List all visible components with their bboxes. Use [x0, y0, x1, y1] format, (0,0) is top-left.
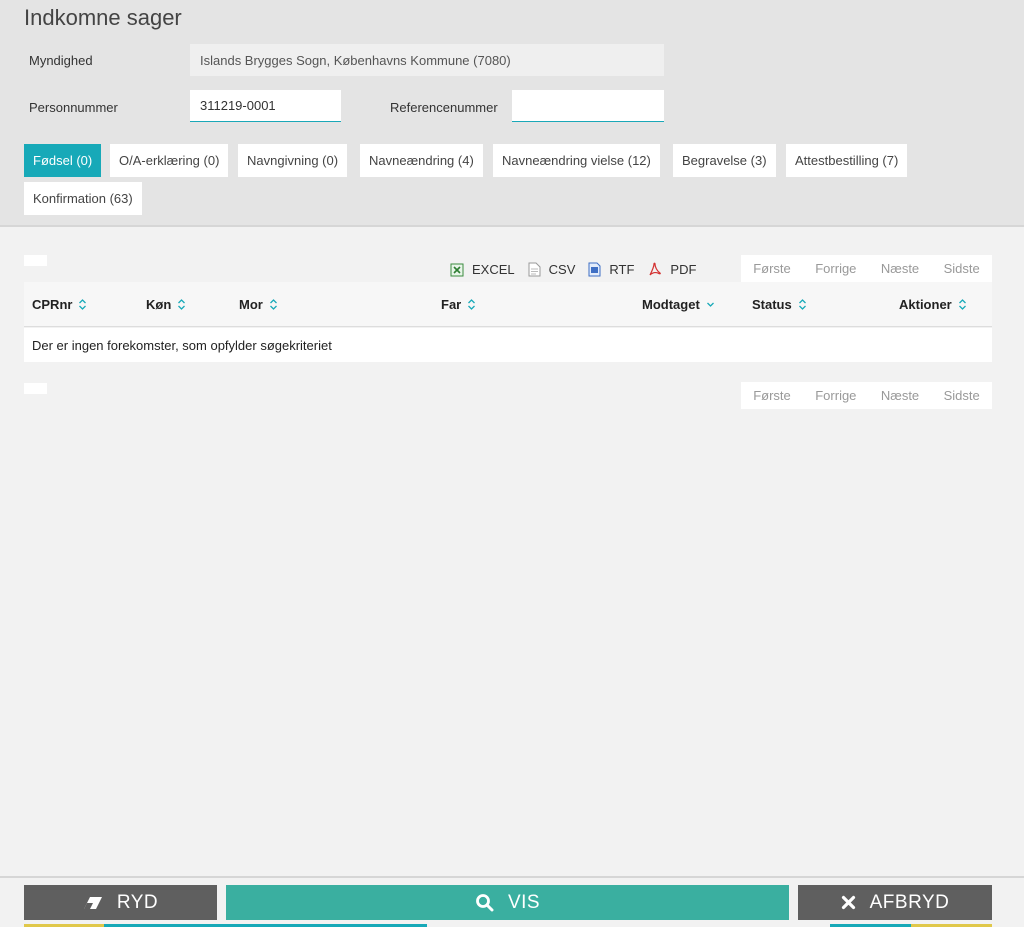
pager-prev-bottom[interactable]: Forrige [815, 388, 856, 403]
cancel-button-label: AFBRYD [869, 891, 950, 913]
pager-next-bottom[interactable]: Næste [881, 388, 919, 403]
page-size-select-bottom[interactable] [24, 383, 47, 394]
results-table-header: CPRnr Køn Mor Far Modtaget Status Aktion… [24, 282, 992, 327]
tab-birth[interactable]: Fødsel (0) [24, 144, 102, 177]
show-button-label: VIS [507, 891, 541, 913]
column-mother-label: Mor [239, 297, 263, 312]
sort-icon [468, 299, 476, 310]
sort-descending-icon [706, 302, 714, 307]
cpr-label: Personnummer [29, 100, 118, 115]
pager-last[interactable]: Sidste [944, 261, 980, 276]
export-excel-label: EXCEL [472, 262, 515, 277]
tab-burial[interactable]: Begravelse (3) [673, 144, 776, 177]
sort-icon [178, 299, 186, 310]
authority-value: Islands Brygges Sogn, Københavns Kommune… [200, 52, 511, 68]
pager-next[interactable]: Næste [881, 261, 919, 276]
cpr-input[interactable] [200, 98, 331, 113]
cancel-button[interactable]: AFBRYD [798, 885, 992, 920]
tab-certificate-order[interactable]: Attestbestilling (7) [786, 144, 908, 177]
column-status-label: Status [752, 297, 792, 312]
export-rtf-label: RTF [609, 262, 635, 277]
close-icon [841, 895, 855, 910]
column-father-label: Far [441, 297, 462, 312]
tab-naming[interactable]: Navngivning (0) [238, 144, 348, 177]
column-status[interactable]: Status [752, 297, 807, 312]
export-pdf-link[interactable]: PDF [647, 262, 696, 277]
pager-first-bottom[interactable]: Første [753, 388, 791, 403]
pager-bottom: Første Forrige Næste Sidste [741, 382, 992, 409]
pager-top: Første Forrige Næste Sidste [741, 255, 992, 282]
tab-confirmation[interactable]: Konfirmation (63) [24, 182, 142, 215]
tab-name-change-marriage[interactable]: Navneændring vielse (12) [493, 144, 660, 177]
export-pdf-label: PDF [670, 262, 697, 277]
sort-icon [958, 299, 966, 310]
cpr-field[interactable] [190, 90, 341, 122]
clear-button[interactable]: RYD [24, 885, 217, 920]
reference-label: Referencenummer [390, 100, 498, 115]
pdf-icon [649, 262, 662, 276]
empty-results-message: Der er ingen forekomster, som opfylder s… [24, 328, 992, 362]
column-cpr[interactable]: CPRnr [32, 297, 87, 312]
authority-label: Myndighed [29, 53, 93, 68]
column-actions-label: Aktioner [899, 297, 952, 312]
pager-first[interactable]: Første [753, 261, 791, 276]
page-size-select[interactable] [24, 255, 47, 266]
column-received[interactable]: Modtaget [642, 297, 715, 312]
reference-field[interactable] [512, 90, 664, 122]
sort-icon [79, 299, 87, 310]
export-links: EXCEL CSV RTF PDF [450, 262, 709, 277]
column-father[interactable]: Far [441, 297, 476, 312]
authority-field: Islands Brygges Sogn, Københavns Kommune… [190, 44, 664, 76]
column-mother[interactable]: Mor [239, 297, 278, 312]
show-button[interactable]: VIS [226, 885, 789, 920]
pager-last-bottom[interactable]: Sidste [944, 388, 980, 403]
tab-name-change[interactable]: Navneændring (4) [360, 144, 483, 177]
sort-icon [798, 299, 806, 310]
excel-icon [450, 263, 464, 276]
export-excel-link[interactable]: EXCEL [450, 262, 515, 277]
tab-oa-declaration[interactable]: O/A-erklæring (0) [110, 144, 229, 177]
export-csv-link[interactable]: CSV [528, 262, 576, 277]
column-gender-label: Køn [146, 297, 172, 312]
search-icon [476, 894, 494, 912]
reference-input[interactable] [522, 98, 654, 113]
column-received-label: Modtaget [642, 297, 700, 312]
column-cpr-label: CPRnr [32, 297, 73, 312]
eraser-icon [83, 896, 102, 909]
search-panel: Indkomne sager Myndighed Islands Brygges… [0, 0, 1024, 227]
rtf-document-icon [588, 262, 601, 277]
column-gender[interactable]: Køn [146, 297, 186, 312]
action-bar: RYD VIS AFBRYD [0, 876, 1024, 927]
export-rtf-link[interactable]: RTF [588, 262, 634, 277]
column-actions[interactable]: Aktioner [899, 297, 967, 312]
clear-button-label: RYD [116, 891, 159, 913]
export-csv-label: CSV [548, 262, 576, 277]
sort-icon [269, 299, 277, 310]
pager-prev[interactable]: Forrige [815, 261, 856, 276]
page-title: Indkomne sager [24, 5, 182, 30]
csv-file-icon [528, 262, 541, 277]
